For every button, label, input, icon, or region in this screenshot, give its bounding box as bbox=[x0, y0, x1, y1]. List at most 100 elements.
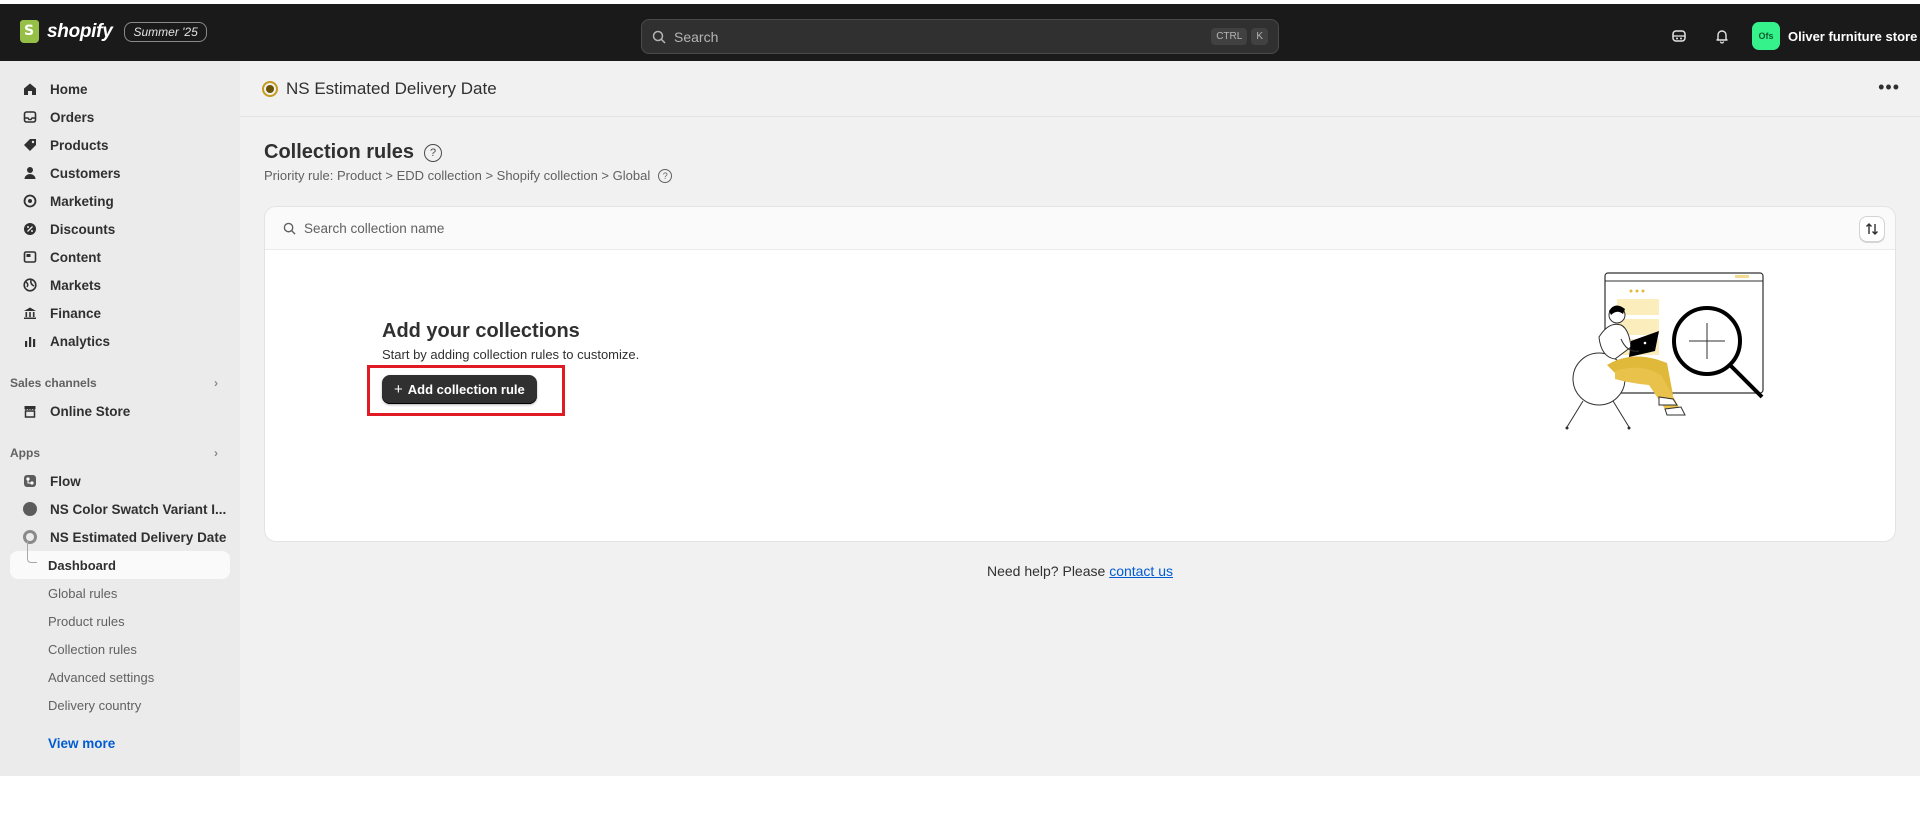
content-icon bbox=[22, 249, 38, 265]
sidebar-item-label: NS Estimated Delivery Date bbox=[50, 529, 227, 545]
chevron-right-icon: › bbox=[214, 376, 218, 390]
sidebar-item-label: Delivery country bbox=[48, 697, 142, 713]
sidebar-item-label: Discounts bbox=[50, 221, 116, 237]
app-header: NS Estimated Delivery Date ••• bbox=[240, 61, 1920, 117]
highlight-box bbox=[367, 365, 565, 416]
target-icon bbox=[22, 193, 38, 209]
sidebar-subitem-delivery-country[interactable]: Delivery country bbox=[10, 691, 230, 719]
delivery-app-logo-icon bbox=[262, 80, 278, 97]
search-icon bbox=[652, 30, 666, 44]
sidebar-subitem-collection-rules[interactable]: Collection rules bbox=[10, 635, 230, 663]
view-more-link[interactable]: View more bbox=[10, 729, 230, 757]
sidebar-item-ns-color-swatch[interactable]: NS Color Swatch Variant I... bbox=[10, 495, 230, 523]
sidebar-item-label: Products bbox=[50, 137, 109, 153]
sidebar-item-label: Flow bbox=[50, 473, 81, 489]
sidebar-item-label: Online Store bbox=[50, 403, 131, 419]
sidebar-subitem-product-rules[interactable]: Product rules bbox=[10, 607, 230, 635]
store-name: Oliver furniture store bbox=[1788, 28, 1918, 44]
apps-header[interactable]: Apps › bbox=[10, 439, 230, 467]
avatar: Ofs bbox=[1752, 22, 1780, 50]
collection-rules-card: Search collection name Add your collecti… bbox=[264, 206, 1896, 542]
sidebar-item-orders[interactable]: Orders bbox=[10, 103, 230, 131]
shortcut-k: K bbox=[1251, 28, 1268, 45]
priority-rule-text: Priority rule: Product > EDD collection … bbox=[264, 168, 651, 183]
sidebar-item-products[interactable]: Products bbox=[10, 131, 230, 159]
sidebar-item-label: NS Color Swatch Variant I... bbox=[50, 501, 227, 517]
sidebar-item-label: Dashboard bbox=[48, 557, 116, 573]
priority-help-icon[interactable]: ? bbox=[658, 168, 673, 183]
sidebar-item-analytics[interactable]: Analytics bbox=[10, 327, 230, 355]
color-swatch-app-icon bbox=[22, 501, 38, 517]
sidebar-item-label: Markets bbox=[50, 277, 102, 293]
globe-icon bbox=[22, 277, 38, 293]
sidebar-item-finance[interactable]: Finance bbox=[10, 299, 230, 327]
more-actions-icon[interactable]: ••• bbox=[1878, 77, 1900, 98]
chart-icon bbox=[22, 333, 38, 349]
sidebar-item-label: Home bbox=[50, 81, 88, 97]
shopify-logo[interactable]: shopify Summer '25 bbox=[20, 20, 207, 43]
sidebar-item-discounts[interactable]: Discounts bbox=[10, 215, 230, 243]
store-icon bbox=[22, 403, 38, 419]
sidebar-item-label: Marketing bbox=[50, 193, 114, 209]
search-placeholder: Search bbox=[674, 28, 719, 45]
tree-connector bbox=[27, 541, 37, 563]
sort-button[interactable] bbox=[1859, 216, 1885, 242]
priority-rule: Priority rule: Product > EDD collection … bbox=[264, 168, 673, 183]
edition-badge[interactable]: Summer '25 bbox=[124, 21, 207, 42]
app-title: NS Estimated Delivery Date bbox=[286, 78, 497, 98]
shortcut-ctrl: CTRL bbox=[1211, 28, 1248, 45]
notification-bell-icon[interactable] bbox=[1712, 26, 1732, 46]
sidebar-item-label: Orders bbox=[50, 109, 95, 125]
sidebar-item-label: Advanced settings bbox=[48, 669, 155, 685]
color-swatch-icon bbox=[23, 502, 37, 516]
search-icon bbox=[283, 222, 296, 235]
discount-icon bbox=[22, 221, 38, 237]
search-placeholder: Search collection name bbox=[304, 220, 445, 236]
logo-text: shopify bbox=[47, 20, 113, 42]
sidebar-item-home[interactable]: Home bbox=[10, 75, 230, 103]
sidebar-item-label: Content bbox=[50, 249, 101, 265]
inbox-icon bbox=[22, 109, 38, 125]
apps-label: Apps bbox=[10, 446, 40, 460]
chevron-right-icon: › bbox=[214, 446, 218, 460]
empty-state-illustration bbox=[1565, 272, 1764, 430]
help-prefix: Need help? Please bbox=[986, 563, 1106, 579]
top-bar: shopify Summer '25 Search CTRL K Ofs Oli… bbox=[0, 0, 1920, 61]
contact-us-link[interactable]: contact us bbox=[1109, 563, 1173, 579]
home-icon bbox=[22, 81, 38, 97]
empty-state-title: Add your collections bbox=[382, 320, 580, 342]
sidebar-subitem-dashboard[interactable]: Dashboard bbox=[10, 541, 230, 579]
sidebar-subitem-global-rules[interactable]: Global rules bbox=[10, 579, 230, 607]
help-icon[interactable]: ? bbox=[424, 143, 443, 162]
empty-state-description: Start by adding collection rules to cust… bbox=[382, 347, 640, 362]
sidebar-item-online-store[interactable]: Online Store bbox=[10, 397, 230, 425]
sidebar-item-flow[interactable]: Flow bbox=[10, 467, 230, 495]
main-content: NS Estimated Delivery Date ••• Collectio… bbox=[240, 61, 1920, 776]
sidebar-item-label: Product rules bbox=[48, 613, 125, 629]
sidebar-item-label: Finance bbox=[50, 305, 102, 321]
store-menu[interactable]: Ofs Oliver furniture store bbox=[1752, 22, 1917, 50]
section-title-row: Collection rules ? bbox=[264, 141, 443, 164]
bottom-blank-area bbox=[0, 776, 1920, 815]
person-icon bbox=[22, 165, 38, 181]
help-footer: Need help? Please contact us bbox=[240, 563, 1920, 579]
sidebar-item-label: Customers bbox=[50, 165, 121, 181]
tag-icon bbox=[22, 137, 38, 153]
sales-channels-header[interactable]: Sales channels › bbox=[10, 369, 230, 397]
sidebar-item-ns-estimated-delivery[interactable]: NS Estimated Delivery Date bbox=[10, 523, 230, 551]
sidebar-item-markets[interactable]: Markets bbox=[10, 271, 230, 299]
sidebar-item-customers[interactable]: Customers bbox=[10, 159, 230, 187]
bank-icon bbox=[22, 305, 38, 321]
sidebar-subitem-advanced-settings[interactable]: Advanced settings bbox=[10, 663, 230, 691]
shopify-bag-icon bbox=[20, 20, 39, 43]
sidekick-icon[interactable] bbox=[1669, 26, 1689, 46]
page-title: Collection rules bbox=[264, 141, 415, 163]
sidebar-item-content[interactable]: Content bbox=[10, 243, 230, 271]
sort-icon bbox=[1866, 223, 1878, 235]
sidebar-item-marketing[interactable]: Marketing bbox=[10, 187, 230, 215]
sales-channels-label: Sales channels bbox=[10, 376, 97, 390]
sidebar-item-label: Analytics bbox=[50, 333, 111, 349]
collection-search-input[interactable]: Search collection name bbox=[265, 207, 1895, 250]
sidebar-item-label: Global rules bbox=[48, 585, 118, 601]
global-search-input[interactable]: Search CTRL K bbox=[641, 19, 1279, 54]
